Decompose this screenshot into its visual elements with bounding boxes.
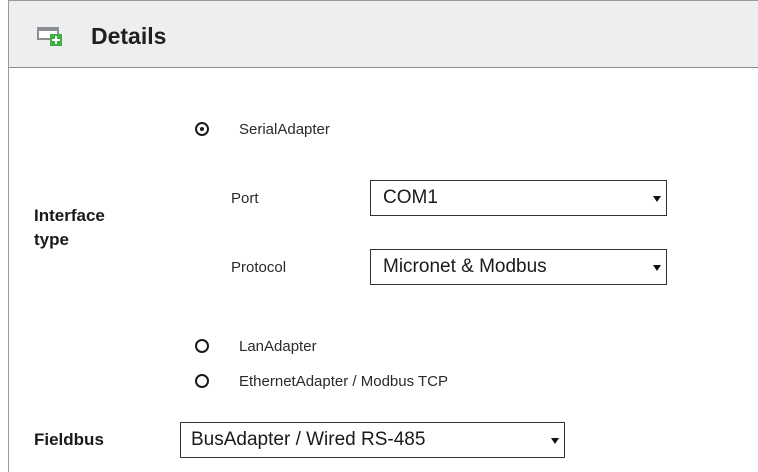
protocol-label: Protocol xyxy=(231,259,287,276)
chevron-down-icon xyxy=(551,438,559,444)
fieldbus-label: Fieldbus xyxy=(34,430,104,449)
protocol-select[interactable]: Micronet & Modbus xyxy=(370,249,667,285)
protocol-value: Micronet & Modbus xyxy=(383,256,547,277)
fieldbus-select[interactable]: BusAdapter / Wired RS-485 xyxy=(180,422,565,458)
radio-lan-adapter[interactable] xyxy=(195,339,209,353)
panel-header: Details xyxy=(9,0,758,68)
chevron-down-icon xyxy=(653,196,661,202)
details-panel: Details Interface type SerialAdapter Por… xyxy=(8,0,758,472)
page-title: Details xyxy=(91,23,167,49)
radio-serial-adapter[interactable] xyxy=(195,122,209,136)
port-value: COM1 xyxy=(383,187,438,208)
chevron-down-icon xyxy=(653,265,661,271)
serial-adapter-label: SerialAdapter xyxy=(239,121,330,138)
interface-type-label: Interface type xyxy=(34,206,105,249)
port-label: Port xyxy=(231,190,259,207)
lan-adapter-label: LanAdapter xyxy=(239,338,317,355)
radio-ethernet-adapter[interactable] xyxy=(195,374,209,388)
ethernet-adapter-label: EthernetAdapter / Modbus TCP xyxy=(239,373,449,390)
add-window-icon xyxy=(37,27,62,46)
port-select[interactable]: COM1 xyxy=(370,180,667,216)
fieldbus-value: BusAdapter / Wired RS-485 xyxy=(191,429,426,450)
